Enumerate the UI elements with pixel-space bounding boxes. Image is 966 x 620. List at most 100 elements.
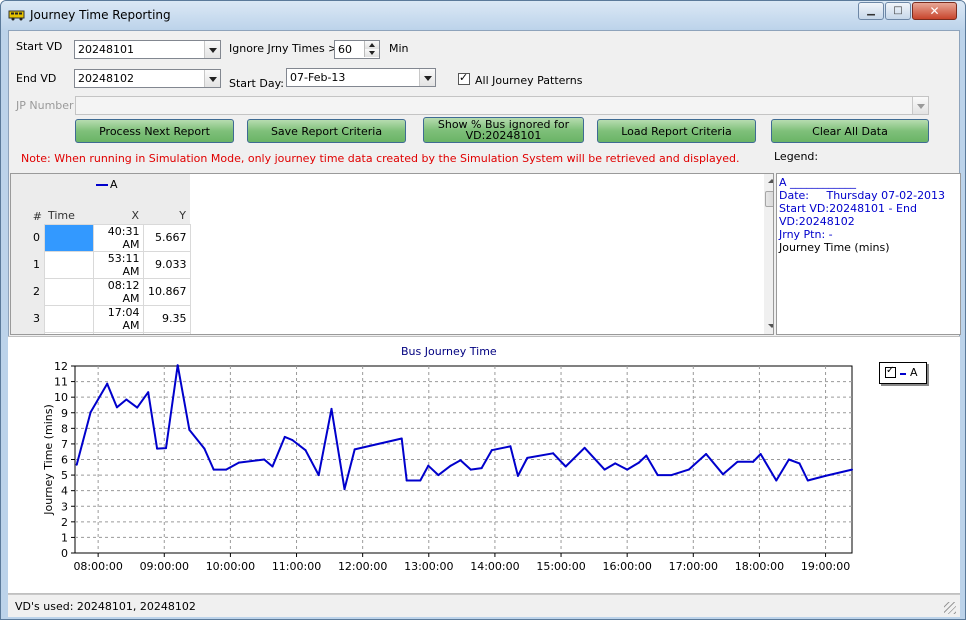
chevron-down-icon[interactable]: [419, 69, 435, 86]
start-vd-label: Start VD: [16, 40, 63, 53]
data-point: [670, 474, 673, 477]
table-row[interactable]: 3 17:04 AM 9.35: [11, 304, 191, 333]
row-x-cell[interactable]: 40:31 AM: [92, 223, 144, 252]
x-tick-label: 18:00:00: [735, 560, 784, 573]
row-index-cell: 0: [11, 224, 44, 251]
x-tick-label: 14:00:00: [470, 560, 519, 573]
process-next-report-button[interactable]: Process Next Report: [75, 119, 234, 143]
info-date-value: Thursday 07-02-2013: [826, 189, 946, 202]
y-tick-label: 6: [61, 454, 68, 467]
data-point: [851, 468, 853, 471]
save-report-criteria-button[interactable]: Save Report Criteria: [247, 119, 406, 143]
close-button[interactable]: ✕: [912, 2, 957, 20]
row-index-cell: 2: [11, 278, 44, 305]
data-point: [188, 428, 191, 431]
legend-series-checkbox[interactable]: [885, 365, 896, 378]
info-vd-line1: Start VD:20248101 - End: [779, 202, 917, 215]
minimize-button[interactable]: ▁: [858, 2, 884, 20]
spin-down-icon[interactable]: [364, 49, 379, 57]
data-point: [147, 391, 150, 394]
spin-up-icon[interactable]: [364, 41, 379, 49]
data-grid-panel: A # Time X Y 0 40:31 AM 5.667 1 53:11 AM 9.03…: [10, 173, 774, 335]
ignore-times-label: Ignore Jrny Times >: [229, 42, 338, 55]
row-time-cell[interactable]: [43, 304, 94, 333]
grid-vertical-scrollbar[interactable]: [764, 174, 773, 334]
x-tick-label: 09:00:00: [140, 560, 189, 573]
show-bus-ignored-button[interactable]: Show % Bus ignored for VD:20248101: [423, 117, 584, 143]
load-report-criteria-button[interactable]: Load Report Criteria: [597, 119, 756, 143]
data-point: [564, 465, 567, 468]
data-point: [283, 435, 286, 438]
row-time-cell[interactable]: [43, 331, 94, 334]
row-y-cell[interactable]: 5.667: [142, 223, 191, 252]
data-point: [212, 468, 215, 471]
scroll-thumb[interactable]: [765, 191, 773, 207]
y-axis-label: Journey Time (mins): [42, 404, 55, 516]
jp-number-combo[interactable]: [75, 96, 929, 115]
form-client: Start VD 20248101 Ignore Jrny Times > 60…: [8, 30, 961, 617]
chevron-down-icon[interactable]: [912, 97, 928, 114]
data-point: [330, 407, 333, 410]
y-tick-label: 7: [61, 438, 68, 451]
chevron-down-icon[interactable]: [204, 70, 220, 87]
chevron-down-icon[interactable]: [204, 41, 220, 58]
all-patterns-checkbox[interactable]: [458, 71, 470, 85]
x-tick-label: 10:00:00: [206, 560, 255, 573]
legend-line-swatch: [900, 373, 906, 375]
chart-panel: Bus Journey Time 0 1 2 3 4 5 6 7 8 9 10 11 12 08:00:0…: [8, 336, 960, 594]
ignore-times-spinner[interactable]: 60: [334, 40, 380, 59]
jp-number-label: JP Number: [16, 99, 74, 112]
data-point: [775, 479, 778, 482]
info-series-name: A: [779, 176, 787, 189]
table-row[interactable]: 4 25:37 AM9.85: [11, 331, 191, 334]
y-tick-label: 11: [54, 376, 68, 389]
start-vd-combo[interactable]: 20248101: [74, 40, 221, 59]
data-point: [419, 479, 422, 482]
row-x-cell[interactable]: 08:12 AM: [92, 277, 144, 306]
data-point: [427, 464, 430, 467]
clear-all-data-button[interactable]: Clear All Data: [771, 119, 929, 143]
row-time-cell[interactable]: [43, 277, 94, 306]
y-tick-label: 5: [61, 469, 68, 482]
y-tick-label: 3: [61, 500, 68, 513]
data-point: [343, 488, 346, 491]
status-text: VD's used: 20248101, 20248102: [15, 600, 196, 613]
chart-legend[interactable]: A: [879, 362, 927, 384]
legend-info-panel: A ____________ Date: Thursday 07-02-2013…: [776, 173, 961, 335]
ignore-times-unit: Min: [389, 42, 409, 55]
data-point: [89, 411, 92, 414]
ignore-times-value: 60: [338, 43, 352, 56]
row-y-cell[interactable]: 9.033: [142, 250, 191, 279]
row-x-cell[interactable]: 17:04 AM: [92, 304, 144, 333]
status-bar: VD's used: 20248101, 20248102: [8, 594, 960, 617]
data-point: [237, 461, 240, 464]
y-tick-label: 1: [61, 531, 68, 544]
data-point: [353, 448, 356, 451]
maximize-button[interactable]: □: [885, 2, 911, 20]
legend-label: Legend:: [774, 150, 819, 163]
end-vd-combo[interactable]: 20248102: [74, 69, 221, 88]
row-x-cell[interactable]: 25:37 AM: [92, 331, 144, 334]
title-bar: Journey Time Reporting ▁ □ ✕: [1, 1, 965, 30]
data-point: [225, 468, 228, 471]
data-table: # Time X Y 0 40:31 AM 5.667 1 53:11 AM 9.033 2…: [11, 208, 191, 334]
row-y-cell[interactable]: 9.35: [142, 304, 191, 333]
x-tick-label: 15:00:00: [536, 560, 585, 573]
y-tick-label: 2: [61, 516, 68, 529]
row-time-cell[interactable]: [43, 250, 94, 279]
resize-grip-icon[interactable]: [944, 602, 956, 614]
row-y-cell[interactable]: 9.85: [142, 331, 191, 334]
row-time-cell[interactable]: [43, 223, 94, 252]
x-tick-label: 17:00:00: [669, 560, 718, 573]
start-day-label: Start Day:: [229, 77, 284, 90]
grid-series-name: A: [110, 178, 118, 191]
row-y-cell[interactable]: 10.867: [142, 277, 191, 306]
all-patterns-label: All Journey Patterns: [475, 74, 583, 87]
row-x-cell[interactable]: 53:11 AM: [92, 250, 144, 279]
y-tick-label: 0: [61, 547, 68, 560]
table-row[interactable]: 0 40:31 AM 5.667: [11, 223, 191, 252]
table-row[interactable]: 2 08:12 AM 10.867: [11, 277, 191, 306]
info-date-row: Date: Thursday 07-02-2013: [779, 189, 958, 202]
start-day-combo[interactable]: 07-Feb-13: [286, 68, 436, 87]
table-row[interactable]: 1 53:11 AM 9.033: [11, 250, 191, 279]
